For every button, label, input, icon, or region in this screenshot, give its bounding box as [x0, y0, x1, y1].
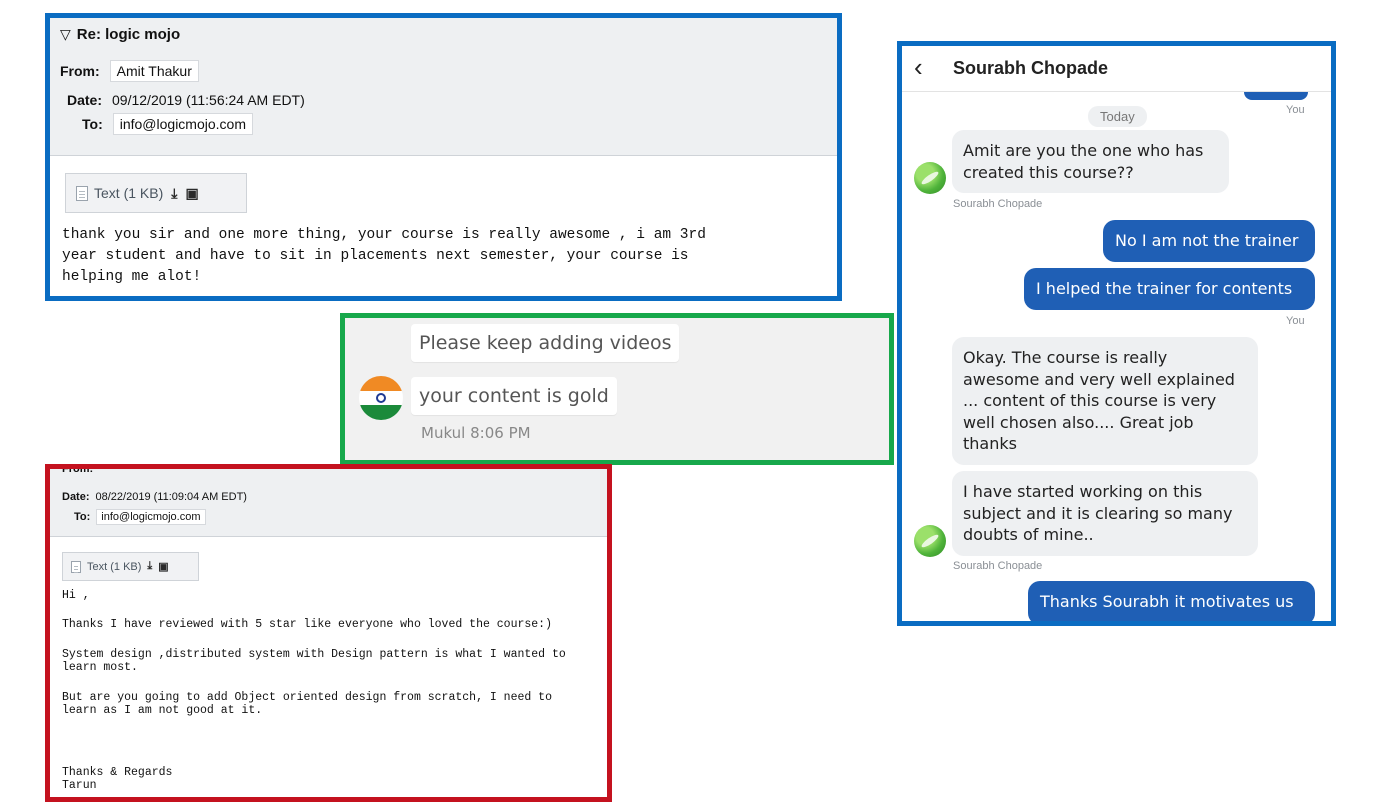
download-icon[interactable]: ⤓ [147, 560, 152, 573]
chakra-icon [376, 393, 386, 403]
from-value[interactable]: Amit Thakur [109, 60, 199, 82]
outgoing-message: Thanks Sourabh it motivates us [1028, 581, 1315, 621]
message-bubble: your content is gold [411, 377, 617, 415]
chat-panel-mukul: Please keep adding videos your content i… [340, 313, 894, 465]
sender-label: Sourabh Chopade [953, 198, 1043, 210]
email-subject[interactable]: ▽ Re: logic mojo [60, 26, 180, 43]
subject-text: Re: logic mojo [76, 26, 181, 43]
email-paragraph: Thanks I have reviewed with 5 star like … [62, 618, 552, 631]
print-icon[interactable]: ▣ [158, 560, 168, 573]
document-icon [76, 185, 88, 201]
attachment-chip[interactable]: Text (1 KB) ⤓ ▣ [65, 173, 247, 213]
email-paragraph: System design ,distributed system with D… [62, 648, 566, 674]
email-header: ▽ Re: logic mojo From: Amit Thakur Date: … [50, 18, 837, 156]
date-row: Date: 08/22/2019 (11:09:04 AM EDT) [62, 489, 247, 505]
date-label: Date: [67, 92, 103, 108]
from-row: From: Amit Thakur [60, 60, 199, 82]
email-panel-amit: ▽ Re: logic mojo From: Amit Thakur Date: … [45, 13, 842, 301]
date-label: Date: [62, 491, 90, 503]
incoming-message: Okay. The course is really awesome and v… [952, 337, 1258, 465]
chat-header: ‹ Sourabh Chopade [902, 46, 1331, 92]
date-value: 09/12/2019 (11:56:24 AM EDT) [112, 92, 305, 108]
download-icon[interactable]: ⤓ [171, 185, 177, 202]
you-label: You [1286, 315, 1305, 327]
email-greeting: Hi , [62, 589, 90, 602]
to-value[interactable]: info@logicmojo.com [112, 113, 253, 135]
from-label: From: [60, 63, 100, 79]
avatar [914, 162, 946, 194]
to-row: To: info@logicmojo.com [82, 113, 253, 135]
india-flag-avatar [359, 376, 403, 420]
email-header: From: Date: 08/22/2019 (11:09:04 AM EDT)… [50, 469, 607, 537]
from-label-cropped: From: [62, 464, 94, 475]
email-body: thank you sir and one more thing, your c… [62, 227, 706, 285]
previous-message-bubble [1244, 92, 1308, 100]
you-label: You [1286, 104, 1305, 116]
email-panel-tarun: From: Date: 08/22/2019 (11:09:04 AM EDT)… [45, 464, 612, 802]
avatar [914, 525, 946, 557]
date-row: Date: 09/12/2019 (11:56:24 AM EDT) [67, 90, 305, 110]
print-icon[interactable]: ▣ [185, 185, 198, 202]
to-value[interactable]: info@logicmojo.com [96, 509, 206, 525]
collapse-triangle-icon[interactable]: ▽ [60, 26, 71, 42]
date-divider: Today [1088, 106, 1147, 127]
outgoing-message: No I am not the trainer [1103, 220, 1315, 262]
sender-label: Sourabh Chopade [953, 560, 1043, 572]
attachment-label: Text (1 KB) [87, 560, 142, 573]
incoming-message: I have started working on this subject a… [952, 471, 1258, 556]
attachment-chip[interactable]: Text (1 KB) ⤓ ▣ [62, 552, 199, 581]
email-signature: Thanks & Regards Tarun [62, 766, 173, 792]
message-meta: Mukul 8:06 PM [421, 424, 531, 442]
date-value: 08/22/2019 (11:09:04 AM EDT) [95, 491, 247, 503]
attachment-label: Text (1 KB) [94, 185, 164, 201]
back-arrow-icon[interactable]: ‹ [914, 52, 923, 83]
to-label: To: [74, 511, 91, 523]
contact-name: Sourabh Chopade [953, 58, 1109, 78]
document-icon [71, 560, 81, 573]
email-paragraph: But are you going to add Object oriented… [62, 691, 552, 717]
chat-panel-sourabh: ‹ Sourabh Chopade You Today Amit are you… [897, 41, 1336, 626]
to-label: To: [82, 116, 103, 132]
outgoing-message: I helped the trainer for contents [1024, 268, 1315, 310]
incoming-message: Amit are you the one who has created thi… [952, 130, 1229, 193]
message-bubble: Please keep adding videos [411, 324, 680, 362]
to-row: To: info@logicmojo.com [74, 509, 206, 525]
